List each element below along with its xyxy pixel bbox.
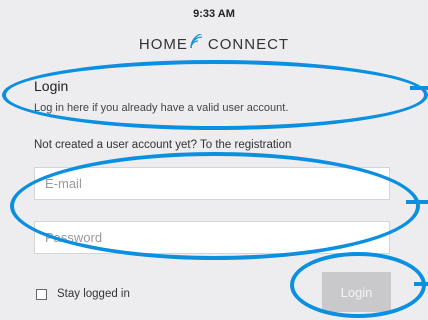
- highlight-pointer-fields: [406, 200, 428, 204]
- status-time: 9:33 AM: [193, 8, 235, 20]
- highlight-pointer-header: [410, 86, 428, 90]
- highlight-input-fields: [10, 152, 420, 260]
- home-connect-logo: home connect: [0, 32, 428, 53]
- highlight-login-button: [290, 252, 426, 318]
- highlight-login-header: [2, 60, 428, 130]
- logo-text-connect: connect: [207, 36, 290, 53]
- registration-link[interactable]: Not created a user account yet? To the r…: [34, 139, 291, 151]
- stay-logged-in-option[interactable]: Stay logged in: [36, 288, 130, 300]
- stay-logged-in-label: Stay logged in: [57, 288, 130, 300]
- logo-text-home: home: [138, 36, 188, 53]
- wifi-arc-icon: [190, 32, 206, 49]
- highlight-pointer-button: [414, 282, 428, 286]
- stay-logged-in-checkbox[interactable]: [36, 288, 47, 300]
